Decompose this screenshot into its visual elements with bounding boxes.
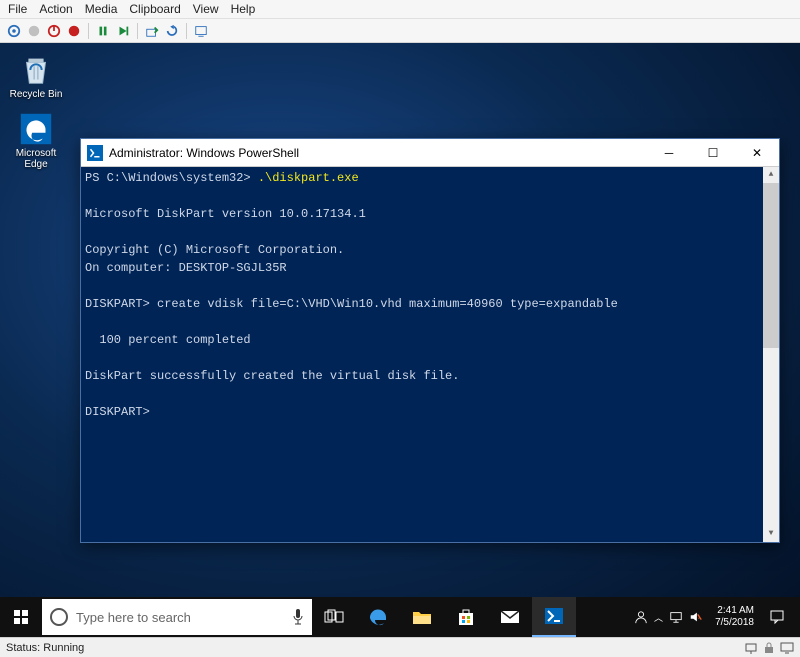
menu-clipboard[interactable]: Clipboard <box>129 2 180 16</box>
window-close-button[interactable]: ✕ <box>735 139 779 167</box>
powershell-window: Administrator: Windows PowerShell ─ ☐ ✕ … <box>80 138 780 543</box>
powershell-icon <box>544 606 564 626</box>
status-lock-icon <box>762 641 776 655</box>
reset-icon[interactable] <box>115 23 131 39</box>
clock-time: 2:41 AM <box>715 605 754 617</box>
ps-line: Microsoft DiskPart version 10.0.17134.1 <box>85 207 366 221</box>
menu-media[interactable]: Media <box>85 2 118 16</box>
desktop-icon-label: Microsoft Edge <box>4 148 68 170</box>
ps-command: .\diskpart.exe <box>258 171 359 185</box>
desktop-icon-label: Recycle Bin <box>10 89 63 100</box>
folder-icon <box>412 609 432 625</box>
taskview-icon <box>324 609 344 625</box>
people-icon[interactable] <box>634 610 648 624</box>
menu-file[interactable]: File <box>8 2 27 16</box>
system-tray: ︿ 2:41 AM 7/5/2018 <box>628 597 800 637</box>
recycle-bin-icon <box>17 51 55 89</box>
ps-line: PS C:\Windows\system32> <box>85 171 258 185</box>
action-center-button[interactable] <box>760 597 794 637</box>
desktop-icon-recycle-bin[interactable]: Recycle Bin <box>4 51 68 100</box>
windows-logo-icon <box>13 609 29 625</box>
ps-line: On computer: DESKTOP-SGJL35R <box>85 261 287 275</box>
revert-icon[interactable] <box>164 23 180 39</box>
mail-icon <box>500 609 520 625</box>
edge-icon <box>17 110 55 148</box>
powershell-icon <box>87 145 103 161</box>
cortana-icon <box>50 608 68 626</box>
volume-icon[interactable] <box>689 610 703 624</box>
window-maximize-button[interactable]: ☐ <box>691 139 735 167</box>
ps-line: DISKPART> create vdisk file=C:\VHD\Win10… <box>85 297 618 311</box>
notifications-icon <box>769 609 785 625</box>
scroll-thumb[interactable] <box>763 183 779 348</box>
host-statusbar: Status: Running <box>0 637 800 657</box>
menu-view[interactable]: View <box>193 2 219 16</box>
toolbar-separator <box>88 23 89 39</box>
ps-line: 100 percent completed <box>85 333 251 347</box>
menu-action[interactable]: Action <box>39 2 72 16</box>
console-scrollbar[interactable]: ▲ ▼ <box>763 167 779 542</box>
network-icon[interactable] <box>669 610 683 624</box>
clock-date: 7/5/2018 <box>715 617 754 629</box>
toolbar-separator <box>186 23 187 39</box>
tray-chevron-up-icon[interactable]: ︿ <box>654 611 663 624</box>
host-menubar: File Action Media Clipboard View Help <box>0 0 800 19</box>
powershell-console[interactable]: PS C:\Windows\system32> .\diskpart.exe M… <box>81 167 779 542</box>
status-network-icon <box>744 641 758 655</box>
taskbar-file-explorer[interactable] <box>400 597 444 637</box>
scroll-up-arrow-icon[interactable]: ▲ <box>763 167 779 183</box>
window-minimize-button[interactable]: ─ <box>647 139 691 167</box>
store-icon <box>456 607 476 627</box>
ps-line: Copyright (C) Microsoft Corporation. <box>85 243 344 257</box>
checkpoint-icon[interactable] <box>144 23 160 39</box>
save-state-icon[interactable] <box>66 23 82 39</box>
desktop-icon-edge[interactable]: Microsoft Edge <box>4 110 68 170</box>
taskbar-clock[interactable]: 2:41 AM 7/5/2018 <box>715 605 754 629</box>
status-label: Status: Running <box>6 642 84 654</box>
pause-icon[interactable] <box>95 23 111 39</box>
ctrl-alt-del-icon[interactable] <box>6 23 22 39</box>
start-button[interactable] <box>0 597 42 637</box>
search-placeholder: Type here to search <box>76 610 292 625</box>
enhanced-session-icon[interactable] <box>193 23 209 39</box>
start-graybtn-icon[interactable] <box>26 23 42 39</box>
menu-help[interactable]: Help <box>231 2 256 16</box>
edge-icon <box>368 607 388 627</box>
taskbar-edge[interactable] <box>356 597 400 637</box>
scroll-down-arrow-icon[interactable]: ▼ <box>763 526 779 542</box>
virtual-desktop: Recycle Bin Microsoft Edge Administrator… <box>0 43 800 637</box>
windows-taskbar: Type here to search ︿ 2:41 AM <box>0 597 800 637</box>
taskbar-search[interactable]: Type here to search <box>42 599 312 635</box>
toolbar-separator <box>137 23 138 39</box>
ps-line: DISKPART> <box>85 405 150 419</box>
shutdown-icon[interactable] <box>46 23 62 39</box>
taskbar-mail[interactable] <box>488 597 532 637</box>
window-title: Administrator: Windows PowerShell <box>109 146 299 160</box>
mic-icon[interactable] <box>292 608 304 626</box>
taskview-button[interactable] <box>312 597 356 637</box>
taskbar-powershell[interactable] <box>532 597 576 637</box>
host-toolbar <box>0 19 800 43</box>
taskbar-store[interactable] <box>444 597 488 637</box>
ps-line: DiskPart successfully created the virtua… <box>85 369 459 383</box>
status-display-icon <box>780 641 794 655</box>
window-titlebar[interactable]: Administrator: Windows PowerShell ─ ☐ ✕ <box>81 139 779 167</box>
